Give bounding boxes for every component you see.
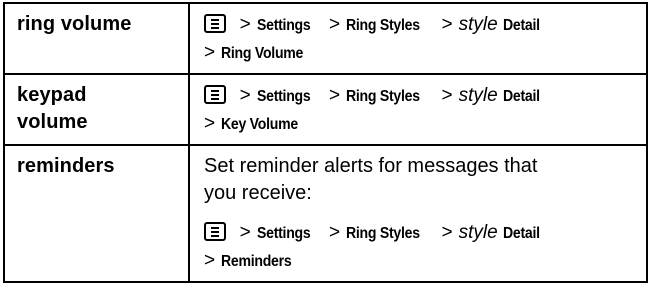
menu-path-line-1: > Settings > Ring Styles > style Detail <box>204 219 636 247</box>
path-cell: Set reminder alerts for messages that yo… <box>188 144 648 283</box>
path-detail: Detail <box>503 225 540 242</box>
path-separator: > <box>441 85 453 106</box>
path-detail: Detail <box>503 17 540 34</box>
menu-key-icon <box>204 14 226 33</box>
reminders-description: Set reminder alerts for messages that yo… <box>204 153 636 207</box>
path-separator: > <box>204 42 216 63</box>
path-ring-volume: Ring Volume <box>221 45 304 62</box>
path-separator: > <box>204 113 216 134</box>
path-separator: > <box>239 14 251 35</box>
path-settings: Settings <box>256 17 311 34</box>
menu-path-line-2: > Reminders <box>204 247 636 275</box>
table-row: reminders Set reminder alerts for messag… <box>3 144 648 283</box>
term-reminders: reminders <box>17 155 115 177</box>
path-separator: > <box>441 222 453 243</box>
path-separator: > <box>328 222 341 243</box>
menu-path-line-2: > Key Volume <box>204 110 636 138</box>
path-settings: Settings <box>256 88 311 105</box>
term-cell: keypad volume <box>3 73 190 146</box>
path-detail: Detail <box>503 88 540 105</box>
description-line-1: Set reminder alerts for messages that <box>204 155 538 177</box>
menu-key-icon <box>204 85 226 104</box>
path-separator: > <box>204 250 216 271</box>
menu-path-line-1: > Settings > Ring Styles > style Detail <box>204 11 636 39</box>
description-line-2: you receive: <box>204 182 312 204</box>
menu-path-line-1: > Settings > Ring Styles > style Detail <box>204 82 636 110</box>
term-keypad: keypad <box>17 84 87 106</box>
path-style-variable: style <box>458 14 498 35</box>
path-style-variable: style <box>458 85 498 106</box>
path-separator: > <box>239 85 251 106</box>
path-key-volume: Key Volume <box>221 116 299 133</box>
path-separator: > <box>239 222 251 243</box>
path-settings: Settings <box>256 225 311 242</box>
path-ring-styles: Ring Styles <box>346 225 420 242</box>
menu-path-line-2: > Ring Volume <box>204 39 636 67</box>
path-reminders: Reminders <box>221 253 292 270</box>
path-separator: > <box>441 14 453 35</box>
path-ring-styles: Ring Styles <box>346 17 420 34</box>
page: ring volume > Settings > Ring Styles > styl… <box>0 0 651 295</box>
menu-key-icon <box>204 222 226 241</box>
term-ring-volume: ring volume <box>17 13 132 35</box>
term-volume: volume <box>17 111 88 133</box>
path-ring-styles: Ring Styles <box>346 88 420 105</box>
path-cell: > Settings > Ring Styles > style Detail > Ke… <box>188 73 648 146</box>
term-cell: reminders <box>3 144 190 283</box>
path-separator: > <box>328 14 341 35</box>
path-separator: > <box>328 85 341 106</box>
path-style-variable: style <box>458 222 498 243</box>
path-cell: > Settings > Ring Styles > style Detail > Ri… <box>188 2 648 75</box>
settings-table: ring volume > Settings > Ring Styles > styl… <box>3 2 648 283</box>
term-cell: ring volume <box>3 2 190 75</box>
table-row: keypad volume > Settings > Ring Styles > st… <box>3 73 648 146</box>
table-row: ring volume > Settings > Ring Styles > styl… <box>3 2 648 75</box>
